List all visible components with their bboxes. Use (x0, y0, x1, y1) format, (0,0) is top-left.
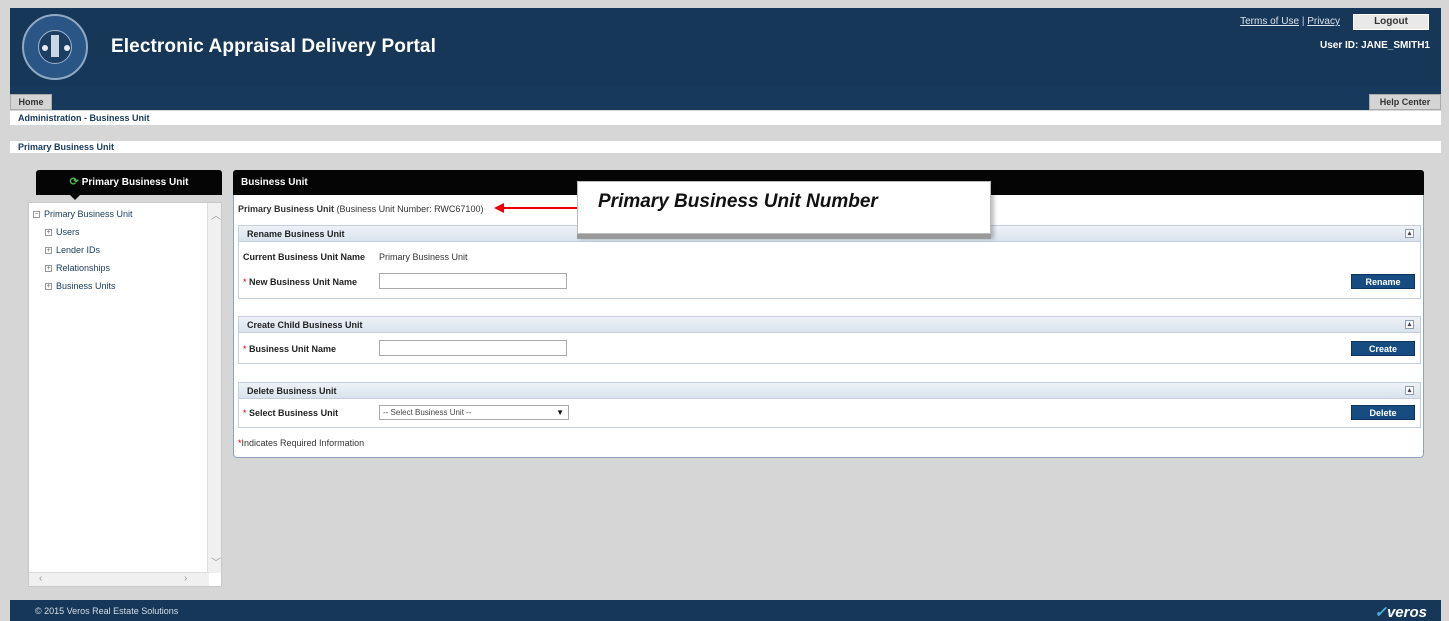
primary-unit-number: (Business Unit Number: RWC67100) (336, 204, 484, 214)
veros-brand-text: veros (1386, 604, 1427, 621)
callout-box: Primary Business Unit Number (577, 181, 991, 234)
rename-button[interactable]: Rename (1351, 274, 1415, 289)
create-section: Create Child Business Unit ▴ * Business … (238, 316, 1421, 364)
tree-item-business-units[interactable]: + Business Units (45, 281, 116, 291)
tree-expand-icon[interactable]: + (45, 283, 52, 291)
tree-panel: − Primary Business Unit + Users + Lender ID… (28, 202, 222, 587)
collapse-icon[interactable]: ▴ (1405, 386, 1414, 395)
delete-section: Delete Business Unit ▴ * Select Business… (238, 382, 1421, 428)
tree-item-root[interactable]: − Primary Business Unit (33, 209, 133, 219)
primary-unit-name: Primary Business Unit (238, 204, 335, 214)
tree-collapse-icon[interactable]: − (33, 211, 40, 219)
new-name-input[interactable] (379, 273, 567, 289)
delete-section-header: Delete Business Unit ▴ (239, 383, 1420, 399)
callout-arrow-head (494, 203, 504, 213)
business-unit-name-label-text: Business Unit Name (249, 344, 337, 354)
tree-item-label: Lender IDs (56, 245, 101, 255)
current-name-value: Primary Business Unit (379, 252, 468, 262)
dropdown-caret-icon[interactable]: ▼ (556, 406, 564, 419)
delete-button[interactable]: Delete (1351, 405, 1415, 420)
required-mark: * (243, 408, 247, 418)
tree-vertical-scrollbar[interactable]: ︿ ﹀ (207, 203, 221, 573)
tab-help-center[interactable]: Help Center (1369, 94, 1441, 110)
scroll-left-icon[interactable]: ‹ (39, 573, 42, 584)
tree-item-label: Primary Business Unit (44, 209, 133, 219)
left-panel-title: Primary Business Unit (81, 177, 189, 188)
new-name-label-text: New Business Unit Name (249, 277, 358, 287)
copyright-text: © 2015 Veros Real Estate Solutions (35, 606, 179, 616)
tree-expand-icon[interactable]: + (45, 265, 52, 273)
hud-seal-logo (22, 14, 88, 80)
required-mark: * (243, 344, 247, 354)
tree-item-users[interactable]: + Users (45, 227, 80, 237)
required-mark: * (243, 277, 247, 287)
business-unit-name-label: * Business Unit Name (243, 344, 336, 354)
app-title: Electronic Appraisal Delivery Portal (111, 36, 436, 57)
tab-bar: Home Help Center (10, 86, 1441, 110)
left-panel-header: ⟳ Primary Business Unit (36, 170, 222, 200)
terms-of-use-link[interactable]: Terms of Use (1240, 16, 1299, 27)
scroll-right-icon[interactable]: › (184, 573, 187, 584)
select-value: -- Select Business Unit -- (383, 408, 472, 417)
page-title: Primary Business Unit (10, 141, 1441, 153)
select-unit-label-text: Select Business Unit (249, 408, 339, 418)
refresh-icon[interactable]: ⟳ (70, 176, 79, 188)
tree-item-label: Business Units (56, 281, 116, 291)
tree-expand-icon[interactable]: + (45, 247, 52, 255)
app-header: Electronic Appraisal Delivery Portal Ter… (10, 8, 1441, 86)
veros-logo: ✓veros (1374, 604, 1427, 621)
delete-section-title: Delete Business Unit (247, 386, 337, 396)
tree-item-relationships[interactable]: + Relationships (45, 263, 110, 273)
tree-expand-icon[interactable]: + (45, 229, 52, 237)
tab-home[interactable]: Home (10, 94, 52, 110)
main-panel: Primary Business Unit (Business Unit Num… (233, 195, 1424, 458)
create-button[interactable]: Create (1351, 341, 1415, 356)
link-separator: | (1301, 16, 1305, 27)
tree-item-label: Users (56, 227, 80, 237)
required-note: *Indicates Required Information (238, 438, 364, 448)
user-id-label: User ID: JANE_SMITH1 (1319, 40, 1430, 51)
tree-item-lender-ids[interactable]: + Lender IDs (45, 245, 100, 255)
business-unit-name-input[interactable] (379, 340, 567, 356)
callout-text: Primary Business Unit Number (598, 191, 878, 212)
select-unit-label: * Select Business Unit (243, 408, 338, 418)
app-footer: © 2015 Veros Real Estate Solutions ✓vero… (10, 600, 1441, 621)
business-unit-select[interactable]: -- Select Business Unit -- ▼ (379, 405, 569, 420)
tree-item-label: Relationships (56, 263, 111, 273)
callout-arrow-line (503, 207, 577, 209)
scroll-up-icon[interactable]: ︿ (211, 207, 221, 222)
new-name-label: * New Business Unit Name (243, 277, 357, 287)
create-section-header: Create Child Business Unit ▴ (239, 317, 1420, 333)
primary-unit-line: Primary Business Unit (Business Unit Num… (238, 204, 483, 214)
rename-section: Rename Business Unit ▴ Current Business … (238, 225, 1421, 299)
rename-section-title: Rename Business Unit (247, 229, 345, 239)
collapse-icon[interactable]: ▴ (1405, 229, 1414, 238)
tree-horizontal-scrollbar[interactable]: ‹ › (29, 572, 209, 586)
current-name-label: Current Business Unit Name (243, 252, 366, 262)
scroll-down-icon[interactable]: ﹀ (211, 554, 221, 569)
top-links: Terms of Use | Privacy (1240, 16, 1340, 27)
breadcrumb: Administration - Business Unit (10, 111, 1441, 125)
required-note-text: Indicates Required Information (241, 438, 365, 448)
logout-button[interactable]: Logout (1353, 14, 1429, 30)
privacy-link[interactable]: Privacy (1307, 16, 1340, 27)
collapse-icon[interactable]: ▴ (1405, 320, 1414, 329)
create-section-title: Create Child Business Unit (247, 320, 363, 330)
